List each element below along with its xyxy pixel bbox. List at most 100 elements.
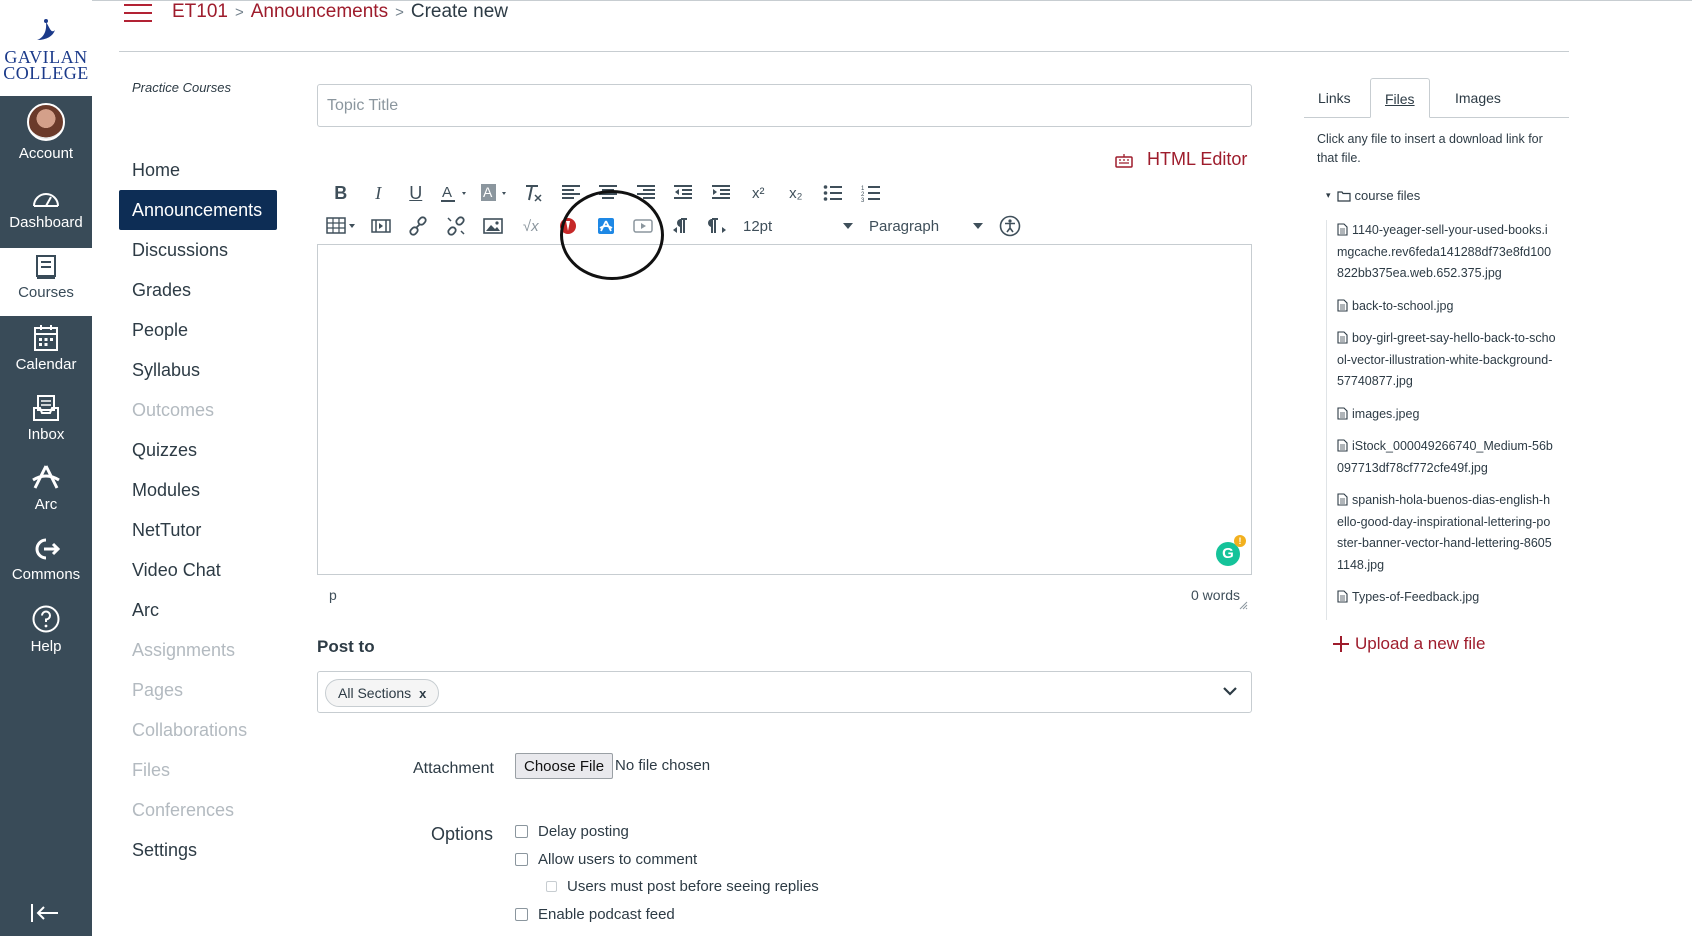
file-item[interactable]: spanish-hola-buenos-dias-english-hello-g…: [1327, 490, 1556, 576]
superscript-button[interactable]: x²: [740, 180, 778, 206]
collapse-nav-button[interactable]: [30, 902, 60, 929]
must-post-option[interactable]: Users must post before seeing replies: [546, 878, 819, 895]
dashboard-icon: [33, 193, 59, 207]
unlink-icon: [447, 216, 465, 236]
nav-dashboard[interactable]: Dashboard: [0, 186, 92, 231]
nav-arc[interactable]: Arc: [0, 464, 92, 513]
underline-button[interactable]: U: [397, 180, 435, 206]
numbered-list-button[interactable]: 123: [852, 180, 890, 206]
course-nav-collaborations[interactable]: Collaborations: [119, 710, 277, 750]
bullet-list-button[interactable]: [815, 180, 853, 206]
italic-button[interactable]: I: [360, 180, 398, 206]
sections-select[interactable]: All Sections x: [317, 671, 1252, 713]
table-button[interactable]: [322, 213, 362, 239]
course-nav-nettutor[interactable]: NetTutor: [119, 510, 277, 550]
collapse-arrow-icon: [31, 904, 58, 922]
rich-text-editor[interactable]: [317, 244, 1252, 575]
choose-file-button[interactable]: Choose File: [515, 753, 614, 779]
course-nav-video-chat[interactable]: Video Chat: [119, 550, 277, 590]
course-nav-modules[interactable]: Modules: [119, 470, 277, 510]
topic-title-input[interactable]: [317, 84, 1252, 127]
accessibility-icon: [999, 215, 1021, 237]
text-color-button[interactable]: A: [435, 180, 475, 206]
course-nav-syllabus[interactable]: Syllabus: [119, 350, 277, 390]
nav-calendar[interactable]: Calendar: [0, 324, 92, 373]
record-media-button[interactable]: [625, 213, 663, 239]
course-nav-home[interactable]: Home: [119, 150, 277, 190]
accessibility-checker-button[interactable]: [991, 213, 1029, 239]
file-item[interactable]: 1140-yeager-sell-your-used-books.imgcach…: [1327, 220, 1556, 285]
nav-commons[interactable]: Commons: [0, 536, 92, 583]
youtube-embed-button[interactable]: [550, 213, 588, 239]
course-nav-discussions[interactable]: Discussions: [119, 230, 277, 270]
file-item[interactable]: back-to-school.jpg: [1327, 296, 1556, 318]
tab-files[interactable]: Files: [1370, 78, 1430, 118]
file-icon: [1337, 223, 1348, 236]
course-nav-announcements[interactable]: Announcements: [119, 190, 277, 230]
outdent-button[interactable]: [665, 180, 703, 206]
course-nav-outcomes[interactable]: Outcomes: [119, 390, 277, 430]
breadcrumb-course-link[interactable]: ET101: [172, 1, 228, 22]
bold-button[interactable]: B: [322, 180, 360, 206]
remove-link-button[interactable]: [437, 213, 475, 239]
file-icon: [1337, 406, 1348, 420]
delay-posting-checkbox[interactable]: [515, 825, 528, 838]
course-nav-pages[interactable]: Pages: [119, 670, 277, 710]
file-item[interactable]: boy-girl-greet-say-hello-back-to-school-…: [1327, 328, 1556, 393]
file-item[interactable]: images.jpeg: [1327, 404, 1556, 426]
course-nav-quizzes[interactable]: Quizzes: [119, 430, 277, 470]
course-nav-people[interactable]: People: [119, 310, 277, 350]
math-equation-button[interactable]: √x: [512, 213, 550, 239]
remove-chip-icon[interactable]: x: [419, 686, 426, 701]
delay-posting-option[interactable]: Delay posting: [515, 823, 629, 840]
nav-inbox[interactable]: Inbox: [0, 394, 92, 443]
subscript-button[interactable]: x₂: [777, 180, 815, 206]
course-nav-settings[interactable]: Settings: [119, 830, 277, 870]
embed-media-button[interactable]: [362, 213, 400, 239]
keyboard-icon: [1115, 154, 1133, 168]
arc-embed-button[interactable]: [587, 213, 625, 239]
course-nav-title: Practice Courses: [132, 80, 231, 95]
college-logo[interactable]: GAVILAN COLLEGE: [0, 0, 92, 96]
course-nav-arc[interactable]: Arc: [119, 590, 277, 630]
upload-new-file-link[interactable]: Upload a new file: [1331, 634, 1485, 654]
chevron-down-icon[interactable]: [1221, 682, 1239, 700]
section-chip[interactable]: All Sections x: [325, 679, 440, 707]
podcast-feed-checkbox[interactable]: [515, 908, 528, 921]
allow-comment-checkbox[interactable]: [515, 853, 528, 866]
indent-button[interactable]: [702, 180, 740, 206]
block-format-select[interactable]: Paragraph: [861, 213, 991, 239]
insert-link-button[interactable]: [400, 213, 438, 239]
file-name: iStock_000049266740_Medium-56b097713df78…: [1337, 439, 1553, 475]
nav-account[interactable]: Account: [0, 103, 92, 162]
align-left-button[interactable]: [552, 180, 590, 206]
hamburger-menu-button[interactable]: [124, 4, 152, 22]
align-center-button[interactable]: [590, 180, 628, 206]
background-color-button[interactable]: A: [475, 180, 515, 206]
must-post-checkbox[interactable]: [546, 881, 557, 892]
align-right-button[interactable]: [627, 180, 665, 206]
ltr-direction-button[interactable]: [662, 213, 700, 239]
podcast-feed-option[interactable]: Enable podcast feed: [515, 906, 675, 923]
clear-formatting-button[interactable]: [515, 180, 553, 206]
insert-image-button[interactable]: [475, 213, 513, 239]
font-size-select[interactable]: 12pt: [737, 213, 861, 239]
course-nav-assignments[interactable]: Assignments: [119, 630, 277, 670]
resize-handle-icon[interactable]: [1238, 600, 1248, 610]
plus-icon: [1333, 636, 1349, 652]
course-nav-files[interactable]: Files: [119, 750, 277, 790]
course-nav-grades[interactable]: Grades: [119, 270, 277, 310]
tab-images[interactable]: Images: [1441, 78, 1515, 118]
nav-help[interactable]: Help: [0, 604, 92, 655]
course-nav: Home Announcements Discussions Grades Pe…: [119, 150, 277, 870]
rtl-direction-button[interactable]: [700, 213, 738, 239]
html-editor-toggle[interactable]: HTML Editor: [1115, 149, 1247, 170]
course-files-folder[interactable]: ▾ course files: [1326, 188, 1420, 203]
file-item[interactable]: Types-of-Feedback.jpg: [1327, 587, 1556, 609]
tab-links[interactable]: Links: [1304, 78, 1365, 118]
file-item[interactable]: iStock_000049266740_Medium-56b097713df78…: [1327, 436, 1556, 479]
course-nav-conferences[interactable]: Conferences: [119, 790, 277, 830]
breadcrumb-announcements-link[interactable]: Announcements: [251, 1, 388, 22]
nav-courses[interactable]: Courses: [0, 248, 92, 316]
allow-comment-option[interactable]: Allow users to comment: [515, 851, 697, 868]
